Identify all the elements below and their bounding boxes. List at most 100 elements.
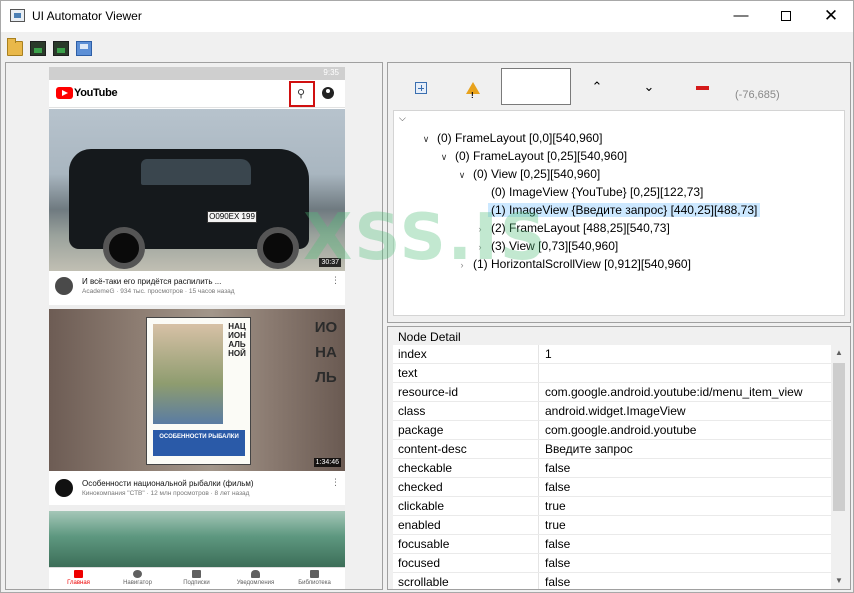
screenshot-panel[interactable]: 9:35 YouTube ⚲ О090ЕХ 199 30:37 И всё-та… bbox=[5, 62, 383, 590]
scroll-down-arrow-icon[interactable]: ▼ bbox=[831, 573, 847, 589]
tree-node[interactable]: (0) ImageView {YouTube} [0,25][122,73] bbox=[472, 183, 706, 201]
tree-node-label: (0) FrameLayout [0,25][540,960] bbox=[455, 149, 628, 163]
scroll-up-arrow-icon[interactable]: ▲ bbox=[831, 345, 847, 361]
table-row[interactable]: enabled true bbox=[393, 516, 831, 535]
side-text: ИОНАЛЬ bbox=[314, 319, 338, 386]
nav-library[interactable]: Библиотека bbox=[285, 570, 344, 586]
open-folder-icon[interactable] bbox=[7, 38, 23, 56]
video-subtitle: AcademeG · 934 тыс. просмотров · 15 часо… bbox=[82, 288, 235, 295]
table-row[interactable]: clickable true bbox=[393, 497, 831, 516]
table-row[interactable]: text bbox=[393, 364, 831, 383]
bottom-navigation: Главная Навигатор Подписки Уведомления Б… bbox=[49, 567, 345, 589]
maximize-icon bbox=[781, 11, 791, 22]
table-row[interactable]: focusable false bbox=[393, 535, 831, 554]
warning-icon bbox=[466, 81, 480, 108]
nav-label: Подписки bbox=[183, 580, 210, 586]
property-value: false bbox=[545, 461, 571, 475]
minimize-button[interactable]: — bbox=[718, 1, 764, 32]
device-screenshot-icon[interactable] bbox=[30, 41, 46, 56]
nav-explore[interactable]: Навигатор bbox=[108, 570, 167, 586]
bell-icon bbox=[251, 570, 260, 578]
expand-all-icon bbox=[415, 81, 427, 94]
tree-node[interactable]: ∨ (0) FrameLayout [0,0][540,960] bbox=[418, 129, 605, 147]
tree-node[interactable]: ∨ (0) FrameLayout [0,25][540,960] bbox=[436, 147, 630, 165]
scrollbar-thumb[interactable] bbox=[833, 363, 845, 511]
channel-avatar[interactable] bbox=[55, 277, 73, 295]
title-bar: UI Automator Viewer — ✕ bbox=[1, 1, 853, 32]
more-options-icon[interactable]: ⋮ bbox=[331, 275, 340, 286]
table-row[interactable]: focused false bbox=[393, 554, 831, 573]
tree-expand-icon[interactable]: ∨ bbox=[436, 148, 452, 166]
nav-label: Библиотека bbox=[298, 580, 331, 586]
next-node-button[interactable]: ⌄ bbox=[634, 75, 664, 99]
selected-node-highlight[interactable]: ⚲ bbox=[289, 81, 315, 107]
video-thumbnail[interactable] bbox=[49, 511, 345, 567]
window-title: UI Automator Viewer bbox=[32, 9, 142, 23]
table-row[interactable]: scrollable false bbox=[393, 573, 831, 589]
video-title: Особенности национальной рыбалки (фильм) bbox=[82, 479, 254, 488]
expand-all-button[interactable] bbox=[406, 75, 436, 99]
toggle-nafs-button[interactable] bbox=[458, 75, 488, 108]
hierarchy-panel: ⌃ ⌄ (-76,685) ⌵ ∨(0) FrameLayout [0,0][5… bbox=[387, 62, 851, 323]
cursor-coordinates: (-76,685) bbox=[735, 89, 780, 101]
app-name: YouTube bbox=[74, 87, 118, 99]
table-row[interactable]: checked false bbox=[393, 478, 831, 497]
previous-node-button[interactable]: ⌃ bbox=[582, 75, 612, 99]
maximize-button[interactable] bbox=[763, 1, 809, 32]
save-icon[interactable] bbox=[76, 41, 92, 56]
nav-subscriptions[interactable]: Подписки bbox=[167, 570, 226, 586]
channel-avatar[interactable] bbox=[55, 479, 73, 497]
close-button[interactable]: ✕ bbox=[808, 1, 854, 32]
app-window: UI Automator Viewer — ✕ 9:35 YouTube ⚲ О… bbox=[0, 0, 854, 593]
poster-vertical-title: НАЦИОНАЛЬНОЙ bbox=[228, 322, 246, 358]
table-row[interactable]: class android.widget.ImageView bbox=[393, 402, 831, 421]
nav-home[interactable]: Главная bbox=[49, 570, 108, 586]
property-key: package bbox=[398, 423, 444, 437]
node-detail-title: Node Detail bbox=[398, 330, 461, 344]
device-screenshot-compressed-icon[interactable] bbox=[53, 41, 69, 56]
table-row[interactable]: resource-id com.google.android.youtube:id… bbox=[393, 383, 831, 402]
tree-node[interactable]: ∨ (0) View [0,25][540,960] bbox=[454, 165, 603, 183]
more-options-icon[interactable]: ⋮ bbox=[331, 477, 340, 488]
tree-expand-icon[interactable]: ∨ bbox=[454, 166, 470, 184]
node-detail-table[interactable]: index 1 text resource-id com.google.androi… bbox=[393, 345, 831, 589]
table-row[interactable]: package com.google.android.youtube bbox=[393, 421, 831, 440]
account-icon[interactable] bbox=[322, 87, 334, 99]
video-subtitle: Кинокомпания "СТВ" · 12 млн просмотров ·… bbox=[82, 490, 250, 497]
nav-label: Главная bbox=[67, 580, 90, 586]
nav-notifications[interactable]: Уведомления bbox=[226, 570, 285, 586]
poster-caption: ОСОБЕННОСТИ РЫБАЛКИ bbox=[153, 430, 245, 456]
property-value: true bbox=[545, 499, 566, 513]
tree-node-label: (0) FrameLayout [0,0][540,960] bbox=[437, 131, 603, 145]
table-row[interactable]: index 1 bbox=[393, 345, 831, 364]
property-value: false bbox=[545, 537, 571, 551]
library-icon bbox=[310, 570, 319, 578]
device-screenshot[interactable]: 9:35 YouTube ⚲ О090ЕХ 199 30:37 И всё-та… bbox=[49, 67, 345, 589]
video-thumbnail[interactable]: О090ЕХ 199 30:37 bbox=[49, 109, 345, 271]
tree-expand-icon[interactable]: ∨ bbox=[418, 130, 434, 148]
clear-search-button[interactable] bbox=[687, 75, 717, 99]
video-title: И всё-таки его придётся распилить ... bbox=[82, 277, 222, 286]
license-plate: О090ЕХ 199 bbox=[207, 211, 257, 223]
table-row[interactable]: content-desc Введите запрос bbox=[393, 440, 831, 459]
property-value: true bbox=[545, 518, 566, 532]
property-key: content-desc bbox=[398, 442, 467, 456]
property-key: focused bbox=[398, 556, 441, 570]
video-thumbnail[interactable]: НАЦИОНАЛЬНОЙ ОСОБЕННОСТИ РЫБАЛКИ ИОНАЛЬ … bbox=[49, 309, 345, 471]
property-value: false bbox=[545, 575, 571, 589]
property-value: false bbox=[545, 556, 571, 570]
property-value: com.google.android.youtube bbox=[545, 423, 697, 437]
property-key: enabled bbox=[398, 518, 441, 532]
table-row[interactable]: checkable false bbox=[393, 459, 831, 478]
video-meta[interactable]: Особенности национальной рыбалки (фильм)… bbox=[49, 473, 345, 509]
video-meta[interactable]: И всё-таки его придётся распилить ... Ac… bbox=[49, 271, 345, 307]
home-icon bbox=[74, 570, 83, 578]
property-key: class bbox=[398, 404, 426, 418]
nav-label: Уведомления bbox=[236, 580, 275, 586]
filter-input[interactable] bbox=[501, 68, 571, 105]
property-key: checked bbox=[398, 480, 443, 494]
root-expand-arrow-icon[interactable]: ⌵ bbox=[399, 113, 406, 124]
property-key: index bbox=[398, 347, 427, 361]
youtube-logo-icon[interactable] bbox=[56, 87, 73, 99]
vertical-scrollbar[interactable]: ▲ ▼ bbox=[831, 345, 847, 589]
